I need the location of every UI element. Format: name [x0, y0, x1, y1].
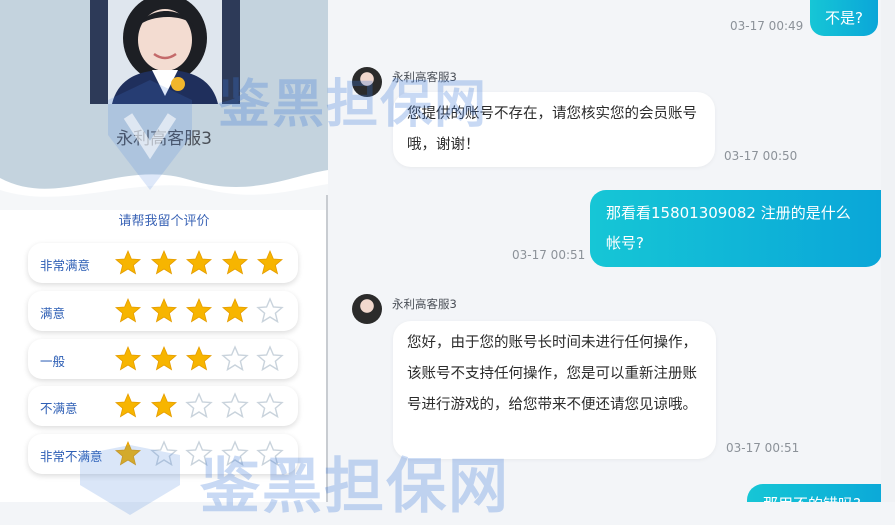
star-empty-icon[interactable] [220, 392, 249, 420]
star-empty-icon[interactable] [256, 345, 284, 373]
agent-avatar [90, 0, 240, 104]
star-filled-icon[interactable] [150, 345, 178, 373]
star-rating[interactable] [114, 297, 292, 325]
message-outgoing: 不是? [810, 0, 878, 36]
message-outgoing: 那看看15801309082 注册的是什么 帐号? [590, 190, 882, 267]
star-filled-icon[interactable] [185, 297, 213, 325]
star-filled-icon[interactable] [150, 249, 178, 277]
message-incoming: 您提供的账号不存在，请您核实您的会员账号哦，谢谢！ [393, 92, 715, 167]
star-filled-icon[interactable] [114, 392, 142, 420]
chat-area: 03-17 00:49 不是? 永利高客服3 您提供的账号不存在，请您核实您的会… [330, 0, 895, 502]
star-empty-icon[interactable] [149, 440, 178, 468]
message-time: 03-17 00:51 [726, 441, 800, 455]
star-filled-icon[interactable] [221, 297, 249, 325]
rating-average[interactable]: 一般 [28, 339, 298, 379]
star-rating[interactable] [114, 440, 292, 468]
message-time: 03-17 00:50 [724, 149, 798, 163]
star-filled-icon[interactable] [256, 249, 284, 277]
star-filled-icon[interactable] [114, 440, 142, 468]
star-empty-icon[interactable] [256, 392, 284, 420]
rating-label: 一般 [40, 354, 66, 369]
star-empty-icon[interactable] [220, 345, 249, 373]
rating-very-dissatisfied[interactable]: 非常不满意 [28, 434, 298, 474]
star-empty-icon[interactable] [185, 392, 213, 420]
star-rating[interactable] [114, 345, 292, 373]
star-filled-icon[interactable] [114, 249, 142, 277]
message-outgoing: 那用不的错吗? [747, 484, 895, 502]
star-filled-icon[interactable] [185, 345, 213, 373]
star-empty-icon[interactable] [220, 440, 249, 468]
sender-name: 永利高客服3 [392, 70, 457, 84]
rating-dissatisfied[interactable]: 不满意 [28, 386, 298, 426]
message-time: 03-17 00:49 [730, 19, 804, 33]
star-filled-icon[interactable] [221, 249, 249, 277]
star-empty-icon[interactable] [256, 297, 284, 325]
sender-name: 永利高客服3 [392, 297, 457, 311]
agent-panel: 永利高客服3 请帮我留个评价 非常满意 满意 一般 不满意 非常不满意 [0, 0, 328, 502]
agent-avatar-small [352, 67, 382, 97]
star-empty-icon[interactable] [185, 440, 213, 468]
rating-very-satisfied[interactable]: 非常满意 [28, 243, 298, 283]
star-filled-icon[interactable] [150, 392, 178, 420]
star-rating[interactable] [114, 249, 292, 277]
star-filled-icon[interactable] [114, 297, 142, 325]
rating-title: 请帮我留个评价 [118, 214, 210, 229]
star-rating[interactable] [114, 392, 292, 420]
agent-name: 永利高客服3 [116, 129, 212, 149]
rating-label: 不满意 [40, 401, 78, 416]
star-empty-icon[interactable] [256, 440, 284, 468]
message-time: 03-17 00:51 [512, 248, 586, 262]
rating-label: 非常满意 [40, 258, 91, 273]
rating-satisfied[interactable]: 满意 [28, 291, 298, 331]
star-filled-icon[interactable] [185, 249, 213, 277]
agent-avatar-small [352, 294, 382, 324]
star-filled-icon[interactable] [150, 297, 178, 325]
rating-label: 非常不满意 [40, 449, 103, 464]
star-filled-icon[interactable] [114, 345, 142, 373]
panel-scrollbar[interactable] [326, 195, 328, 502]
header-wave [0, 170, 328, 210]
chat-scrollbar[interactable] [881, 0, 895, 502]
message-incoming: 您好，由于您的账号长时间未进行任何操作，该账号不支持任何操作，您是可以重新注册账… [393, 321, 716, 459]
rating-label: 满意 [40, 306, 66, 321]
